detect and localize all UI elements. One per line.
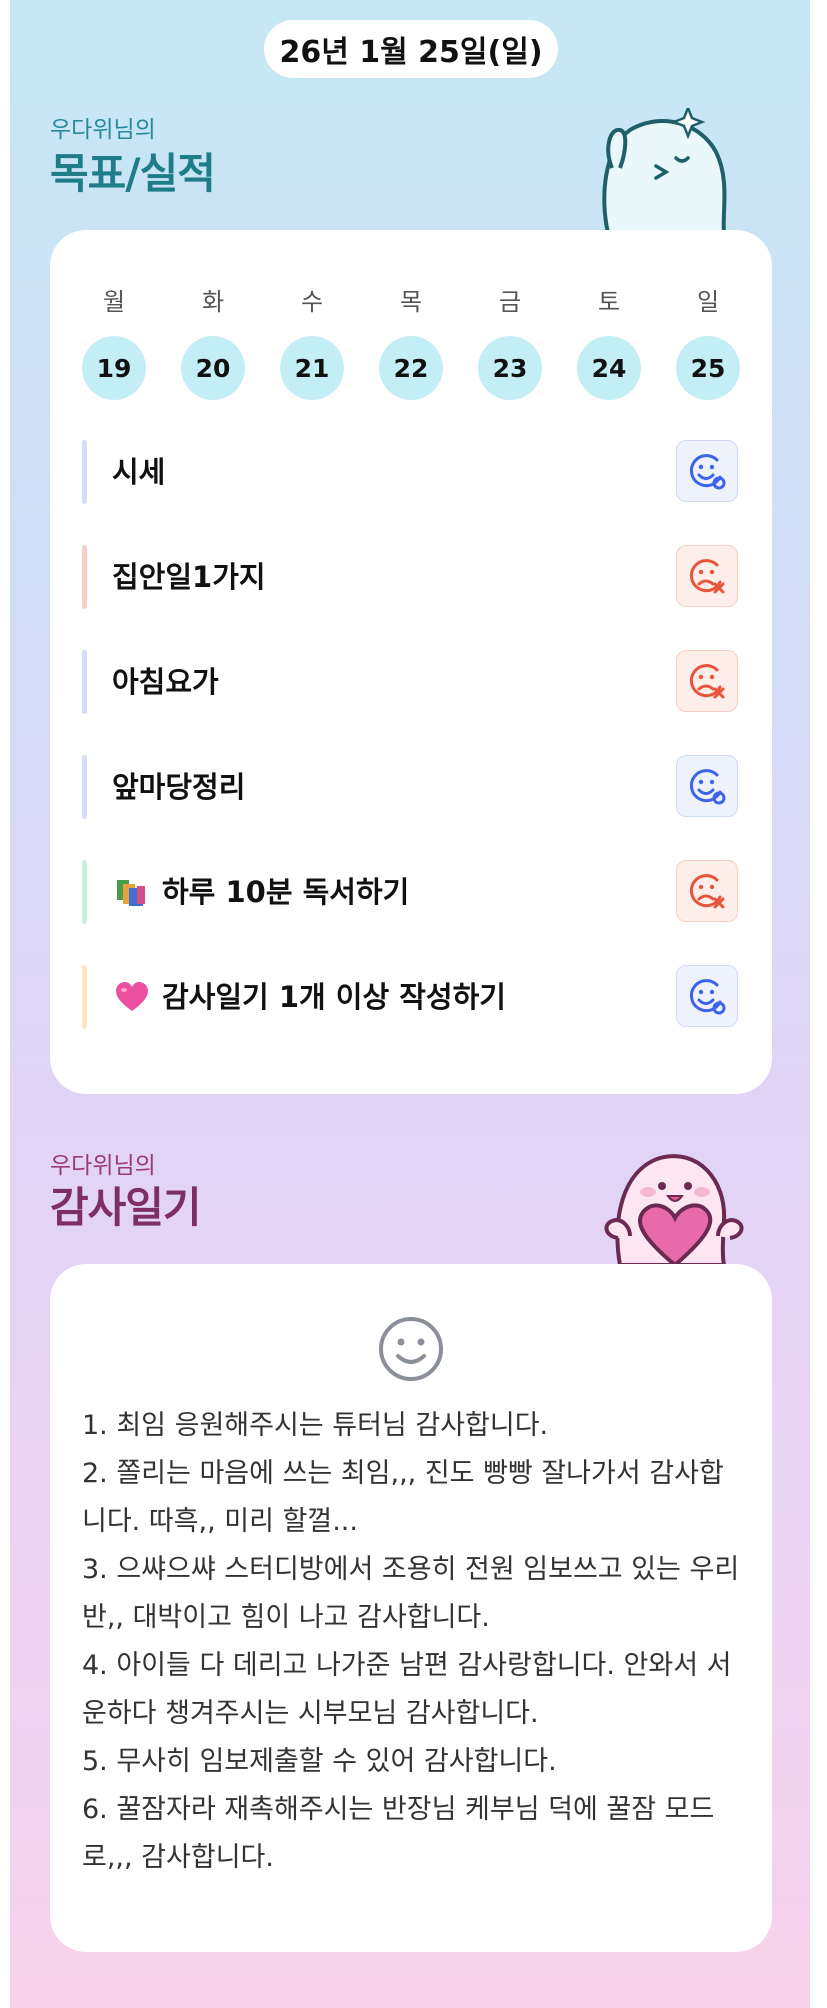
day-19[interactable]: 19 (82, 336, 146, 400)
goal-label: 하루 10분 독서하기 (162, 875, 410, 909)
heart-icon (116, 982, 148, 1011)
diary-entry-text: 1. 최임 응원해주시는 튜터님 감사합니다. 2. 쫄리는 마음에 쓰는 최임… (82, 1410, 740, 1873)
goal-label: 앞마당정리 (112, 770, 246, 804)
status-achieved-button[interactable] (676, 755, 738, 817)
status-achieved-button[interactable] (676, 440, 738, 502)
heart-mascot-illustration (604, 1154, 744, 1265)
smile-check-icon (689, 769, 726, 805)
goal-accent-bar (82, 965, 87, 1029)
smile-check-icon (689, 454, 726, 490)
goal-row[interactable]: 하루 10분 독서하기 (82, 860, 738, 924)
goal-accent-bar (82, 545, 87, 609)
weekday-thu: 목 (399, 288, 423, 316)
date-label: 26년 1월 25일(일) (279, 35, 543, 70)
weekday-mon: 월 (102, 288, 126, 316)
goal-row[interactable]: 시세 (82, 440, 738, 504)
date-pill: 26년 1월 25일(일) (264, 20, 558, 78)
goal-row[interactable]: 아침요가 (82, 650, 738, 714)
diary-card: 1. 최임 응원해주시는 튜터님 감사합니다. 2. 쫄리는 마음에 쓰는 최임… (50, 1264, 772, 1952)
page-frame: 26년 1월 25일(일) 우다위님의 목표/실적 월 화 수 목 금 토 일 … (10, 0, 810, 2008)
goal-label: 감사일기 1개 이상 작성하기 (162, 980, 506, 1014)
day-23[interactable]: 23 (478, 336, 542, 400)
frown-x-icon (689, 559, 725, 594)
day-21[interactable]: 21 (280, 336, 344, 400)
day-20[interactable]: 20 (181, 336, 245, 400)
diary-title: 감사일기 (50, 1183, 202, 1232)
weekday-wed: 수 (300, 288, 324, 316)
weekday-tue: 화 (201, 288, 225, 316)
weekday-sun: 일 (696, 288, 720, 316)
goal-accent-bar (82, 860, 87, 924)
weekday-fri: 금 (498, 288, 522, 316)
ghost-mascot-illustration (602, 108, 727, 233)
goal-accent-bar (82, 440, 87, 504)
status-missed-button[interactable] (676, 860, 738, 922)
books-icon (117, 880, 145, 906)
frown-x-icon (689, 874, 725, 909)
goals-owner-label: 우다위님의 (50, 117, 156, 143)
goals-card: 월 화 수 목 금 토 일 19 20 21 22 23 24 25 시세집안일… (50, 230, 772, 1094)
weekday-sat: 토 (597, 288, 621, 316)
status-missed-button[interactable] (676, 545, 738, 607)
status-achieved-button[interactable] (676, 965, 738, 1027)
goal-accent-bar (82, 755, 87, 819)
day-25[interactable]: 25 (676, 336, 740, 400)
goals-title: 목표/실적 (50, 149, 216, 198)
goal-label: 시세 (112, 455, 166, 489)
smiley-face-icon (379, 1317, 443, 1381)
goal-row[interactable]: 감사일기 1개 이상 작성하기 (82, 965, 738, 1029)
status-missed-button[interactable] (676, 650, 738, 712)
goal-row[interactable]: 앞마당정리 (82, 755, 738, 819)
day-22[interactable]: 22 (379, 336, 443, 400)
frown-x-icon (689, 664, 725, 699)
goal-label: 집안일1가지 (112, 560, 266, 594)
goal-label: 아침요가 (112, 665, 219, 699)
goal-accent-bar (82, 650, 87, 714)
smile-check-icon (689, 979, 726, 1015)
day-24[interactable]: 24 (577, 336, 641, 400)
goal-row[interactable]: 집안일1가지 (82, 545, 738, 609)
